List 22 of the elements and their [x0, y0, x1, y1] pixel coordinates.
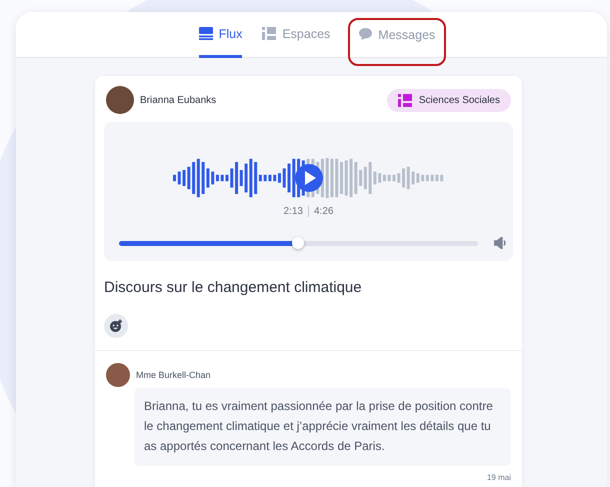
space-badge[interactable]: Sciences Sociales [386, 88, 511, 112]
progress-handle[interactable] [292, 236, 304, 248]
volume-icon[interactable] [494, 237, 508, 249]
spaces-icon [398, 94, 412, 106]
elapsed-time: 2:13 [284, 206, 303, 217]
author-name: Brianna Eubanks [140, 94, 218, 106]
nav-tab[interactable]: Flux [198, 12, 242, 58]
nav-tab[interactable]: Messages [350, 20, 444, 64]
post-title: Discours sur le changement climatique [104, 279, 363, 296]
commenter-name: Mme Burkell-Chan [136, 370, 211, 380]
nav-tab[interactable]: Espaces [262, 12, 330, 58]
play-icon [304, 171, 316, 185]
comment-date: 19 mai [486, 473, 511, 482]
spaces-icon [262, 27, 276, 40]
smiley-plus-icon [109, 319, 123, 333]
avatar [106, 363, 130, 387]
add-reaction-button[interactable] [104, 314, 128, 338]
feed-icon [198, 27, 213, 40]
comment-text: Brianna, tu es vraiment passionnée par la prise de position contre le changement climatique et j’apprécie vraiment les détails que tu as apportés concernant les Accords de Paris. [134, 388, 511, 466]
avatar [106, 86, 134, 114]
total-duration: 4:26 [314, 206, 334, 217]
chat-bubble-icon [359, 28, 372, 40]
